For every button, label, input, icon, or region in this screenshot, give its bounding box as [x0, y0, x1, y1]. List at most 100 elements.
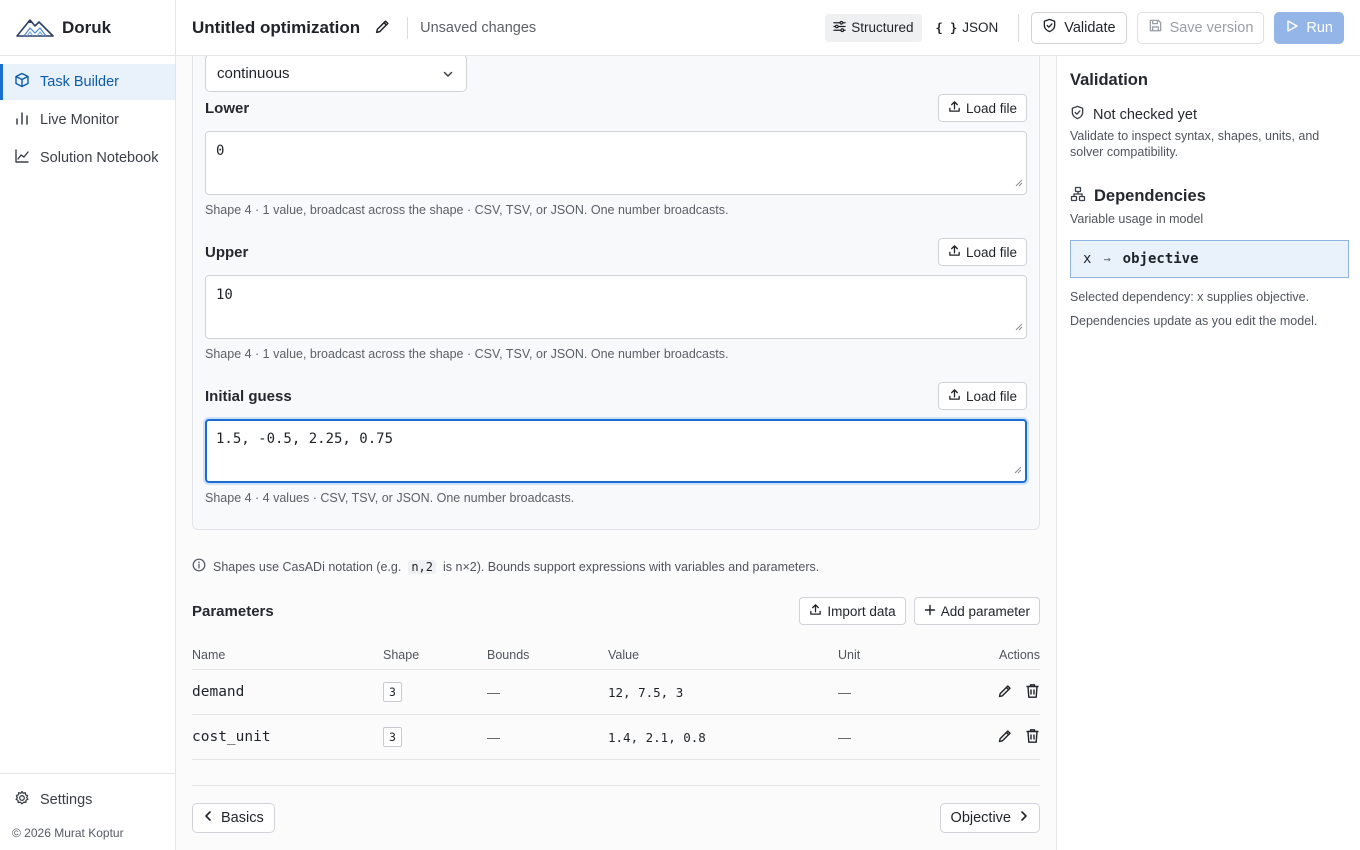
arrow-right-icon: → — [1103, 252, 1111, 266]
chevron-left-icon — [203, 810, 213, 826]
sidebar-footer: Settings © 2026 Murat Koptur — [0, 773, 175, 850]
view-structured-button[interactable]: Structured — [825, 13, 922, 42]
column-header-shape: Shape — [383, 647, 420, 662]
topbar-actions: Structured { } JSON Validate Save versio… — [825, 11, 1360, 44]
load-file-label: Load file — [965, 388, 1017, 404]
validation-status-text: Not checked yet — [1093, 106, 1197, 123]
upload-icon — [809, 603, 822, 619]
back-basics-button[interactable]: Basics — [192, 803, 275, 833]
sidebar-item-label: Live Monitor — [40, 112, 119, 128]
initial-guess-label: Initial guess — [205, 388, 292, 405]
upload-icon — [948, 100, 961, 116]
validation-description: Validate to inspect syntax, shapes, unit… — [1070, 129, 1320, 159]
dependencies-heading: Dependencies — [1070, 186, 1206, 207]
delete-parameter-button[interactable] — [1025, 683, 1040, 702]
variable-card: continuous Lower Load file 0 Shape 4 · 1… — [192, 56, 1040, 530]
plus-icon — [924, 604, 936, 619]
shield-check-icon — [1042, 18, 1057, 37]
settings-label: Settings — [40, 792, 93, 808]
edit-parameter-button[interactable] — [997, 683, 1013, 702]
variable-type-select[interactable]: continuous — [205, 56, 467, 92]
info-icon — [192, 558, 206, 575]
parameters-table: Name Shape Bounds Value Unit Actions dem… — [192, 640, 1040, 760]
parameter-unit: — — [838, 684, 851, 700]
lower-bound-value: 0 — [216, 143, 225, 159]
app-name: Doruk — [62, 17, 112, 37]
shield-check-icon — [1070, 105, 1085, 124]
parameter-bounds: — — [487, 684, 500, 700]
column-header-name: Name — [192, 647, 226, 662]
initial-guess-hint: Shape 4 · 4 values · CSV, TSV, or JSON. … — [205, 491, 575, 505]
sidebar-item-settings[interactable]: Settings — [0, 774, 175, 826]
validation-status: Not checked yet — [1070, 105, 1197, 124]
sidebar-item-live-monitor[interactable]: Live Monitor — [0, 102, 175, 138]
upper-bound-input[interactable]: 10 — [205, 275, 1027, 339]
pencil-icon — [998, 729, 1011, 742]
mountain-logo-icon — [16, 15, 54, 40]
chevron-down-icon — [442, 67, 454, 84]
sidebar-item-task-builder[interactable]: Task Builder — [0, 64, 175, 100]
dependency-target: objective — [1122, 251, 1199, 267]
shape-chip: 3 — [383, 682, 402, 702]
info-code: n,2 — [408, 559, 436, 574]
upper-hint: Shape 4 · 1 value, broadcast across the … — [205, 347, 729, 361]
sidebar: Doruk Task Builder Live Monitor Solution… — [0, 0, 176, 850]
variable-type-value: continuous — [217, 64, 290, 82]
lower-bound-input[interactable]: 0 — [205, 131, 1027, 195]
initial-guess-input[interactable]: 1.5, -0.5, 2.25, 0.75 — [205, 419, 1027, 483]
trash-icon — [1026, 683, 1039, 698]
pencil-icon — [998, 684, 1011, 697]
lower-load-file-button[interactable]: Load file — [937, 94, 1027, 122]
next-label: Objective — [950, 810, 1011, 826]
view-toggle: Structured { } JSON — [825, 13, 1007, 42]
save-status: Unsaved changes — [420, 19, 537, 36]
sidebar-nav: Task Builder Live Monitor Solution Noteb… — [0, 56, 175, 176]
bar-chart-icon — [14, 110, 30, 130]
shape-chip: 3 — [383, 727, 402, 747]
parameter-unit: — — [838, 729, 851, 745]
save-icon — [1148, 18, 1163, 37]
delete-parameter-button[interactable] — [1025, 728, 1040, 747]
divider — [1018, 13, 1020, 42]
dependency-item[interactable]: x → objective — [1070, 240, 1349, 278]
resize-handle-icon[interactable] — [1014, 462, 1022, 478]
initial-guess-value: 1.5, -0.5, 2.25, 0.75 — [216, 431, 394, 447]
import-data-label: Import data — [827, 603, 896, 619]
sidebar-item-label: Solution Notebook — [40, 150, 159, 166]
edit-parameter-button[interactable] — [997, 728, 1013, 747]
view-json-label: JSON — [962, 20, 999, 35]
add-parameter-label: Add parameter — [940, 603, 1030, 619]
table-header: Name Shape Bounds Value Unit Actions — [192, 640, 1040, 670]
sidebar-item-solution-notebook[interactable]: Solution Notebook — [0, 140, 175, 176]
initial-guess-load-file-button[interactable]: Load file — [937, 382, 1027, 410]
add-parameter-button[interactable]: Add parameter — [913, 597, 1040, 625]
resize-handle-icon[interactable] — [1015, 175, 1023, 191]
dependency-source: x — [1083, 251, 1092, 267]
validation-title: Validation — [1070, 71, 1148, 89]
upper-load-file-button[interactable]: Load file — [937, 238, 1027, 266]
shape-notation-info: Shapes use CasADi notation (e.g. n,2 is … — [192, 558, 819, 575]
info-text-suffix: is n×2). Bounds support expressions with… — [443, 559, 820, 574]
upper-bound-value: 10 — [216, 287, 233, 303]
pencil-icon — [374, 18, 391, 38]
brand[interactable]: Doruk — [0, 0, 175, 56]
rename-button[interactable] — [374, 18, 391, 38]
gear-icon — [14, 790, 30, 810]
column-header-value: Value — [608, 647, 640, 662]
view-json-button[interactable]: { } JSON — [928, 14, 1007, 42]
hierarchy-icon — [1070, 186, 1086, 207]
dependencies-update-note: Dependencies update as you edit the mode… — [1070, 314, 1318, 328]
parameter-name: demand — [192, 684, 245, 700]
resize-handle-icon[interactable] — [1015, 319, 1023, 335]
validate-button[interactable]: Validate — [1031, 11, 1127, 44]
parameter-name: cost_unit — [192, 729, 271, 745]
parameters-title: Parameters — [192, 603, 274, 620]
parameter-value: 12, 7.5, 3 — [608, 684, 684, 700]
run-button[interactable]: Run — [1274, 11, 1344, 44]
save-version-button[interactable]: Save version — [1136, 11, 1265, 44]
next-objective-button[interactable]: Objective — [939, 803, 1040, 833]
table-row: demand 3 — 12, 7.5, 3 — — [192, 670, 1040, 715]
parameter-bounds: — — [487, 729, 500, 745]
copyright: © 2026 Murat Koptur — [12, 826, 124, 840]
import-data-button[interactable]: Import data — [799, 597, 906, 625]
